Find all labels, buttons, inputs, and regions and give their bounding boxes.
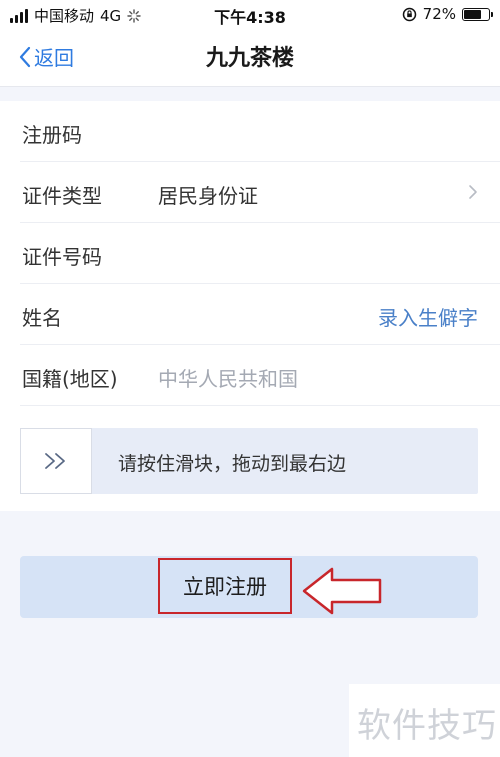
battery-icon [462,7,493,21]
slider-handle[interactable]: >> [20,428,92,494]
id-type-label: 证件类型 [22,184,102,208]
orientation-lock-icon [402,7,416,21]
registration-code-row[interactable]: 注册码 [0,101,500,162]
register-label: 立即注册 [183,575,267,599]
page-title: 九九茶楼 [205,46,294,71]
rare-character-link[interactable]: 录入生僻字 [378,302,478,331]
chevron-right-icon [469,185,477,199]
double-chevron-right-icon: >> [45,453,65,469]
status-right: 72% [402,5,493,23]
section-gap [0,87,500,101]
register-button[interactable]: 立即注册 [20,556,478,618]
status-bar: 中国移动 4G 下午4:38 72% [0,0,500,28]
nationality-value: 中华人民共和国 [158,367,298,391]
annotation-arrow-icon [302,567,382,615]
id-number-label: 证件号码 [22,245,102,269]
name-label: 姓名 [22,306,62,330]
slider-hint: 请按住滑块，拖动到最右边 [118,453,347,475]
slider-captcha: >> 请按住滑块，拖动到最右边 [20,428,478,494]
battery-percent: 72% [422,5,456,23]
registration-form: 注册码 证件类型 居民身份证 证件号码 姓名 录入生僻字 国籍(地区) 中华人民… [0,101,500,511]
name-row[interactable]: 姓名 录入生僻字 [0,284,500,345]
id-number-row[interactable]: 证件号码 [0,223,500,284]
nationality-row[interactable]: 国籍(地区) 中华人民共和国 [0,345,500,406]
id-type-row[interactable]: 证件类型 居民身份证 [0,162,500,223]
id-type-value: 居民身份证 [158,184,258,208]
register-highlight-box: 立即注册 [158,558,292,614]
registration-code-label: 注册码 [22,123,82,147]
watermark: 软件技巧 [349,684,500,757]
nav-bar: 返回 九九茶楼 [0,28,500,87]
battery-fill [464,9,482,19]
nationality-label: 国籍(地区) [22,367,118,391]
divider [20,405,500,406]
watermark-text: 软件技巧 [357,706,497,746]
